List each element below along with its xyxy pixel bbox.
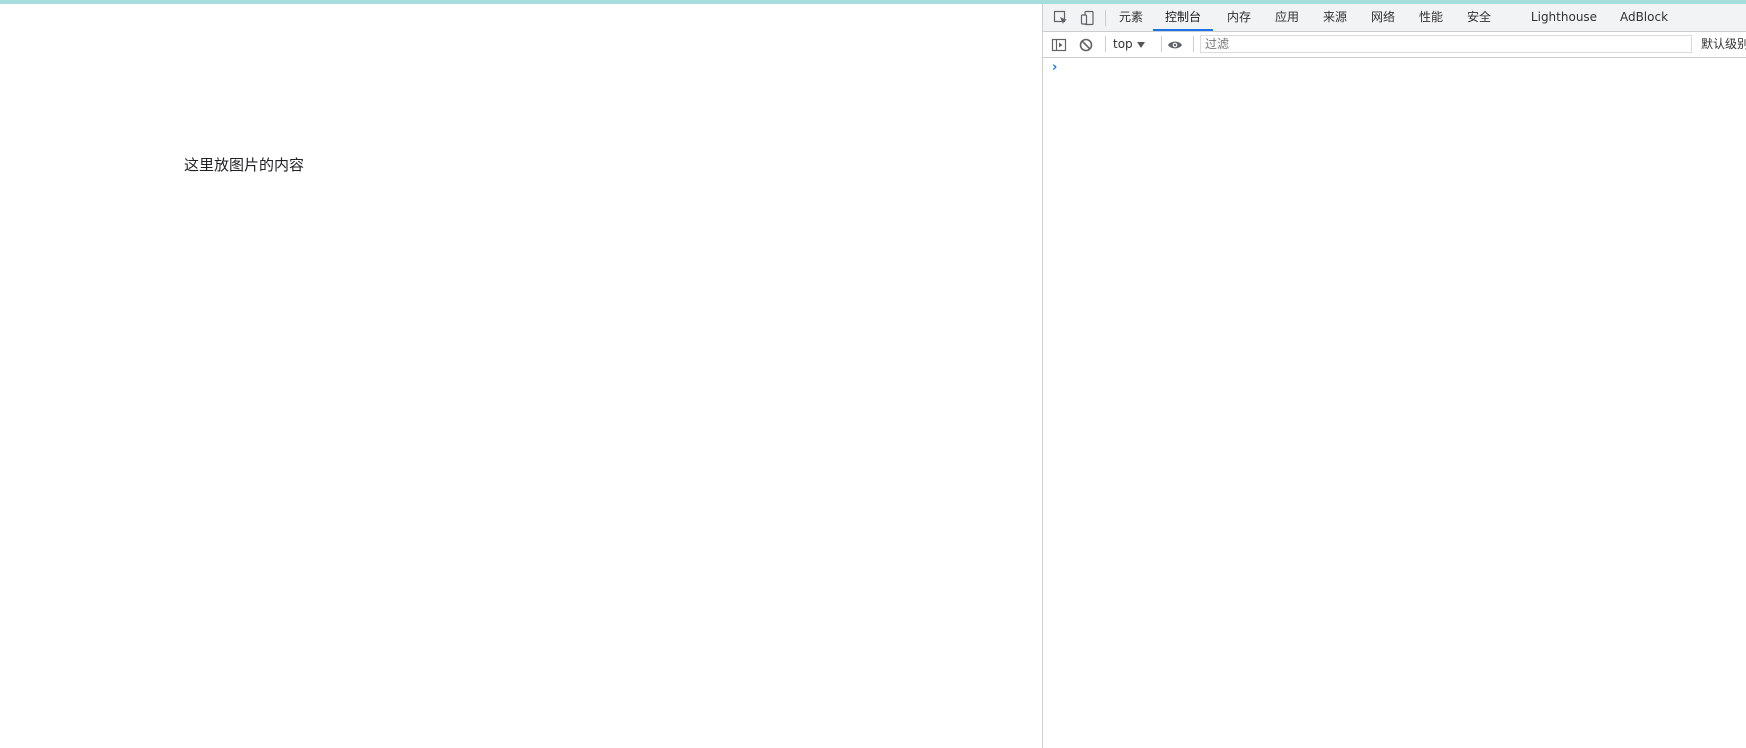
tab-application[interactable]: 应用	[1269, 4, 1305, 31]
log-levels-dropdown[interactable]: 默认级别	[1701, 35, 1746, 54]
context-selector[interactable]: top	[1113, 35, 1145, 54]
context-selector-label: top	[1113, 37, 1133, 51]
tab-elements[interactable]: 元素	[1113, 4, 1149, 31]
page-content-text: 这里放图片的内容	[184, 156, 305, 174]
tab-console[interactable]: 控制台	[1153, 4, 1213, 31]
tab-memory[interactable]: 内存	[1221, 4, 1257, 31]
devtools-tabbar: 元素 控制台 内存 应用 来源 网络 性能 安全 Lighthouse AdBl…	[1043, 4, 1746, 32]
page-viewport: 这里放图片的内容	[0, 4, 1042, 748]
tab-adblock[interactable]: AdBlock	[1608, 4, 1680, 31]
toolbar-separator	[1161, 36, 1162, 52]
filter-input[interactable]	[1200, 35, 1692, 53]
console-output[interactable]: ›	[1043, 58, 1746, 748]
toolbar-separator	[1193, 36, 1194, 52]
eye-icon[interactable]	[1165, 35, 1185, 55]
inspect-element-icon[interactable]	[1051, 8, 1071, 28]
console-toolbar: top 默认级别	[1043, 32, 1746, 58]
devtools-panel: 元素 控制台 内存 应用 来源 网络 性能 安全 Lighthouse AdBl…	[1042, 4, 1746, 748]
clear-console-icon[interactable]	[1076, 35, 1096, 55]
sidebar-toggle-icon[interactable]	[1049, 35, 1069, 55]
tab-lighthouse[interactable]: Lighthouse	[1516, 4, 1612, 31]
console-prompt-icon: ›	[1052, 60, 1058, 75]
tab-performance[interactable]: 性能	[1413, 4, 1449, 31]
tab-sources[interactable]: 来源	[1317, 4, 1353, 31]
tabbar-separator	[1105, 10, 1106, 26]
chevron-down-icon	[1136, 41, 1145, 48]
tab-security[interactable]: 安全	[1461, 4, 1497, 31]
tab-network[interactable]: 网络	[1365, 4, 1401, 31]
toolbar-separator	[1105, 36, 1106, 52]
device-toolbar-icon[interactable]	[1078, 8, 1098, 28]
